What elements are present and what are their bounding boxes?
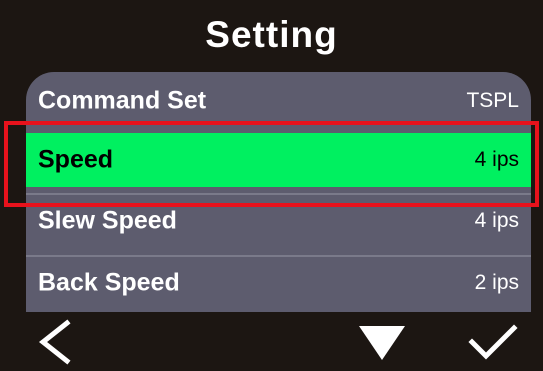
footer-button-bar bbox=[0, 312, 543, 371]
scroll-down-button[interactable] bbox=[347, 312, 417, 371]
menu-item-command-set[interactable]: Command Set TSPL bbox=[26, 74, 531, 128]
confirm-button[interactable] bbox=[458, 312, 528, 371]
menu-item-value: 2 ips bbox=[474, 271, 519, 294]
page-title: Setting bbox=[205, 14, 338, 55]
printer-settings-screen: Setting Command Set TSPL Speed 4 ips Sle… bbox=[0, 0, 543, 371]
menu-item-label: Back Speed bbox=[38, 268, 180, 297]
selection-highlight-frame bbox=[4, 121, 539, 207]
checkmark-icon bbox=[468, 323, 518, 360]
menu-item-value: 4 ips bbox=[474, 209, 519, 232]
back-button[interactable] bbox=[20, 312, 90, 371]
menu-item-value: TSPL bbox=[466, 89, 519, 112]
menu-item-label: Slew Speed bbox=[38, 206, 177, 235]
menu-item-label: Command Set bbox=[38, 86, 207, 115]
chevron-left-icon bbox=[38, 318, 71, 365]
triangle-down-icon bbox=[359, 325, 405, 360]
menu-item-back-speed[interactable]: Back Speed 2 ips bbox=[26, 255, 531, 309]
